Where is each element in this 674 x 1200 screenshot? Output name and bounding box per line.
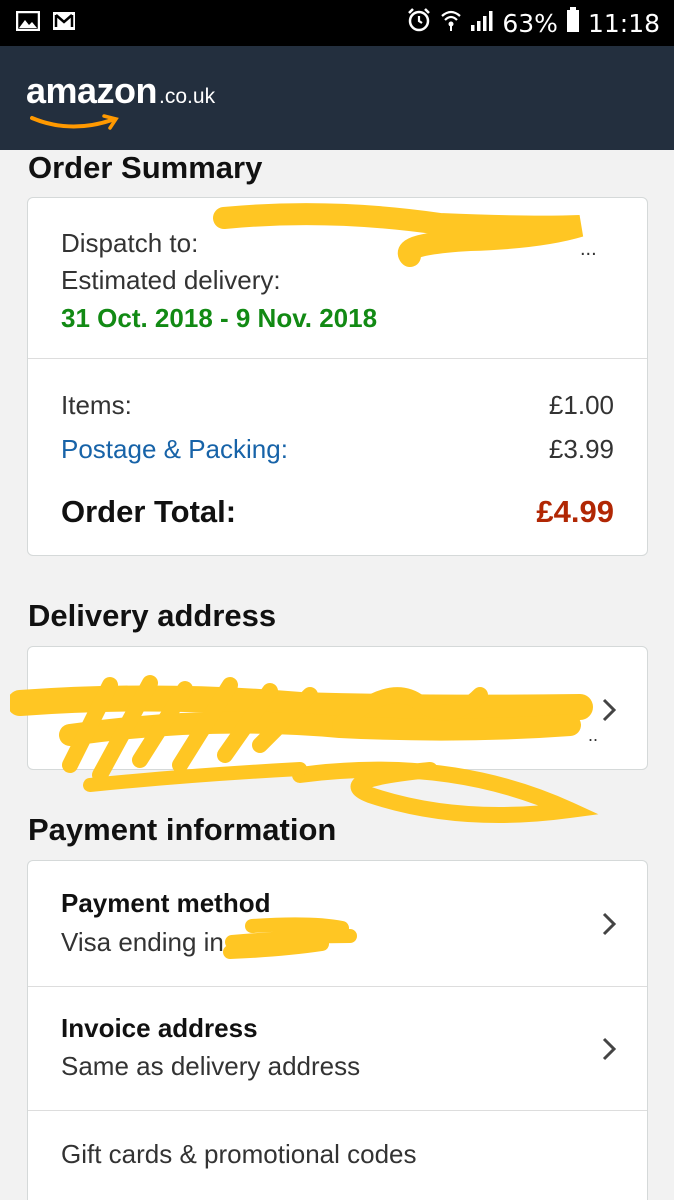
wifi-icon xyxy=(440,8,462,38)
logo-domain: .co.uk xyxy=(159,85,216,108)
postage-value: £3.99 xyxy=(548,434,614,464)
app-header: amazon.co.uk xyxy=(0,46,674,150)
svg-text:...: ... xyxy=(580,238,597,260)
redaction-scribble: ... xyxy=(213,203,597,267)
battery-icon xyxy=(566,7,580,39)
chevron-right-icon xyxy=(602,912,617,936)
delivery-date-range: 31 Oct. 2018 - 9 Nov. 2018 xyxy=(61,303,378,333)
order-total-label: Order Total: xyxy=(61,494,237,529)
alarm-icon xyxy=(406,7,432,39)
gift-cards-label: Gift cards & promotional codes xyxy=(61,1139,417,1169)
gmail-icon xyxy=(52,11,76,36)
payment-info-title: Payment information xyxy=(28,812,337,847)
dispatch-label: Dispatch to: xyxy=(61,228,199,258)
svg-text:..: .. xyxy=(588,725,598,745)
smile-arrow-icon xyxy=(30,114,119,130)
chevron-right-icon xyxy=(602,1037,617,1061)
delivery-address-title: Delivery address xyxy=(28,598,277,633)
clock-time: 11:18 xyxy=(587,8,660,38)
invoice-address-label: Invoice address xyxy=(61,1013,258,1043)
card-redaction-scribble xyxy=(223,917,357,959)
payment-info-card: Payment method Visa ending in Invoice ad… xyxy=(27,860,648,1200)
postage-link[interactable]: Postage & Packing: xyxy=(61,434,288,465)
gift-cards-row[interactable]: Gift cards & promotional codes xyxy=(28,1111,647,1200)
invoice-address-row[interactable]: Invoice address Same as delivery address xyxy=(28,987,647,1111)
order-total-value: £4.99 xyxy=(536,494,614,529)
signal-icon xyxy=(470,9,494,38)
items-label: Items: xyxy=(61,390,132,420)
payment-method-value: Visa ending in xyxy=(61,927,224,957)
amazon-logo[interactable]: amazon.co.uk xyxy=(26,70,216,130)
address-redaction-scribble: .. xyxy=(10,675,599,823)
summary-divider xyxy=(28,358,647,359)
battery-percent: 63% xyxy=(502,8,558,38)
chevron-right-icon xyxy=(602,698,617,722)
status-bar: 63% 11:18 xyxy=(0,0,674,46)
items-value: £1.00 xyxy=(548,390,614,420)
invoice-address-value: Same as delivery address xyxy=(61,1051,361,1081)
order-summary-title: Order Summary xyxy=(28,150,263,185)
gallery-icon xyxy=(15,10,41,36)
logo-wordmark: amazon xyxy=(26,70,158,111)
